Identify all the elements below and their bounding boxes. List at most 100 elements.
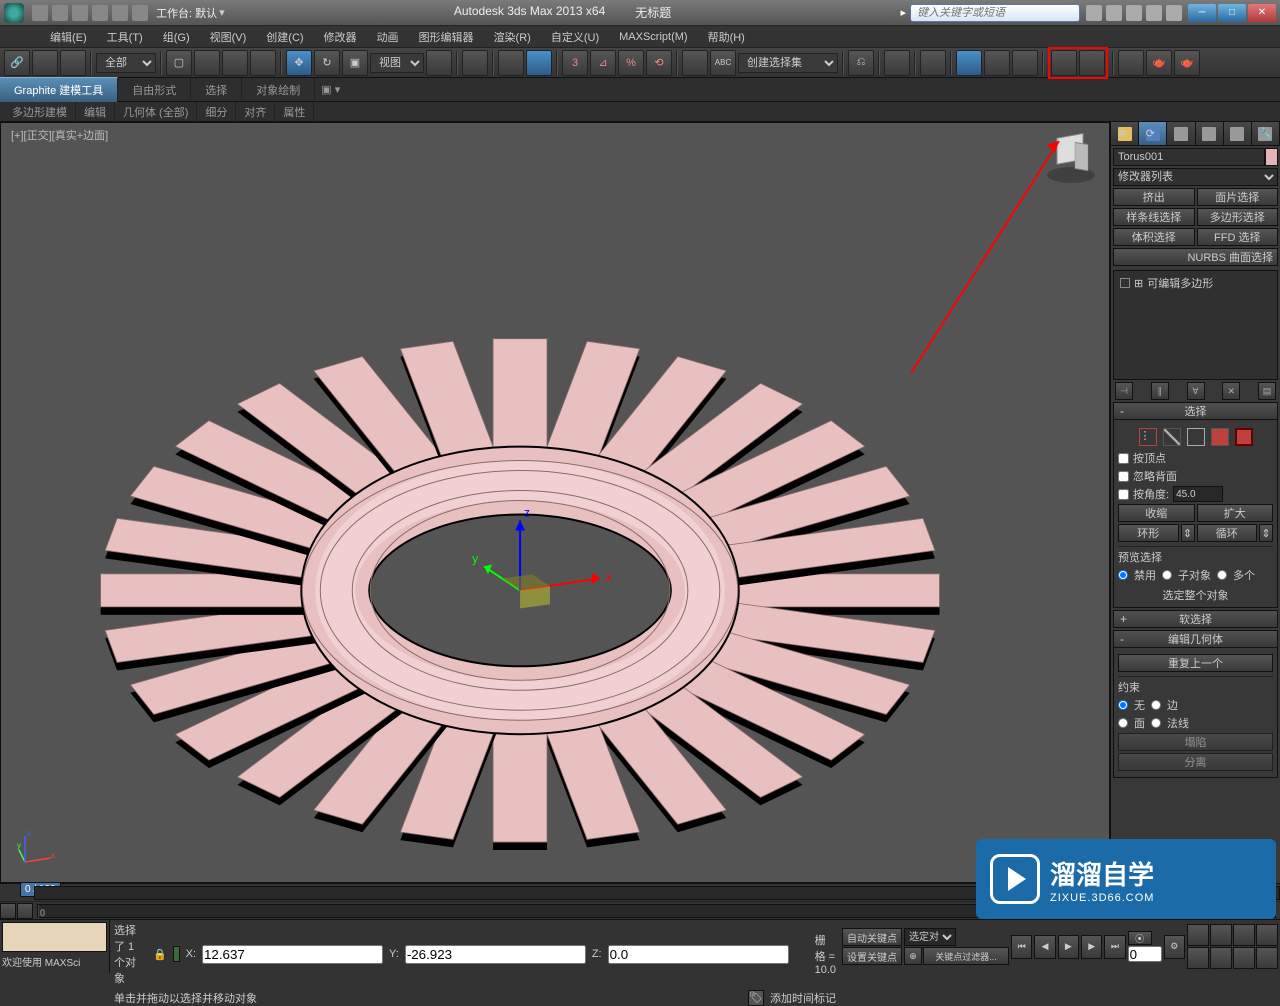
select-region-button[interactable] xyxy=(222,50,248,76)
rollout-softsel-header[interactable]: +软选择 xyxy=(1113,610,1278,628)
panel-geometry[interactable]: 几何体 (全部) xyxy=(115,102,197,122)
subscription-icon[interactable] xyxy=(1106,5,1122,21)
modbtn-polysel[interactable]: 多边形选择 xyxy=(1197,208,1279,226)
key-button[interactable]: ⊕ xyxy=(904,947,922,965)
material-editor-button[interactable] xyxy=(1051,50,1077,76)
viewport-label[interactable]: [+][正交][真实+边面] xyxy=(11,127,108,143)
loop-spin[interactable]: ⇕ xyxy=(1259,524,1273,542)
menu-create[interactable]: 创建(C) xyxy=(256,27,313,47)
time-tag-button[interactable]: 🏷 xyxy=(748,990,764,1006)
goto-start-button[interactable]: ⏮ xyxy=(1011,935,1032,959)
zoom-ext-button[interactable] xyxy=(1187,947,1209,969)
next-frame-button[interactable]: ▶ xyxy=(1081,935,1102,959)
render-last-button[interactable]: 🫖 xyxy=(1174,50,1200,76)
trackbar-btn2[interactable] xyxy=(17,903,33,919)
current-frame-field[interactable] xyxy=(1128,946,1162,962)
keyboard-shortcut-button[interactable] xyxy=(498,50,524,76)
prev-frame-button[interactable]: ◀ xyxy=(1034,935,1055,959)
rollout-selection-header[interactable]: -选择 xyxy=(1113,402,1278,420)
constrain-edge-radio[interactable] xyxy=(1151,700,1161,710)
window-crossing-button[interactable] xyxy=(250,50,276,76)
mini-listener[interactable] xyxy=(2,922,107,952)
trackbar-btn1[interactable] xyxy=(0,903,16,919)
zoom-all-button[interactable] xyxy=(1256,924,1278,946)
coord-z-field[interactable] xyxy=(608,945,789,964)
collapse-button[interactable]: 塌陷 xyxy=(1118,733,1273,751)
show-result-button[interactable]: ∥ xyxy=(1151,382,1169,400)
menu-views[interactable]: 视图(V) xyxy=(200,27,257,47)
remove-mod-button[interactable]: ✕ xyxy=(1222,382,1240,400)
object-color-swatch[interactable] xyxy=(1265,148,1278,166)
menu-modifiers[interactable]: 修改器 xyxy=(314,27,367,47)
maximize-button[interactable]: □ xyxy=(1218,4,1246,22)
percent-snap-button[interactable]: % xyxy=(618,50,644,76)
menu-rendering[interactable]: 渲染(R) xyxy=(484,27,541,47)
ribbon-expand-button[interactable]: ▣ ▾ xyxy=(315,79,346,100)
open-icon[interactable] xyxy=(52,5,68,21)
time-config-button[interactable]: ⚙ xyxy=(1164,935,1185,959)
redo-icon[interactable] xyxy=(112,5,128,21)
tab-utilities[interactable]: 🔧 xyxy=(1252,122,1280,145)
constrain-normal-radio[interactable] xyxy=(1151,718,1161,728)
viewcube[interactable] xyxy=(1041,127,1101,187)
tab-freeform[interactable]: 自由形式 xyxy=(118,78,191,102)
edge-mode-button[interactable] xyxy=(1163,428,1181,446)
loop-button[interactable]: 循环 xyxy=(1197,524,1258,542)
tab-graphite[interactable]: Graphite 建模工具 xyxy=(0,77,118,102)
menu-edit[interactable]: 编辑(E) xyxy=(40,27,97,47)
zoom-button[interactable] xyxy=(1210,924,1232,946)
detach-button[interactable]: 分离 xyxy=(1118,753,1273,771)
align-button[interactable] xyxy=(884,50,910,76)
coord-x-field[interactable] xyxy=(202,945,383,964)
menu-group[interactable]: 组(G) xyxy=(153,27,200,47)
vertex-mode-button[interactable]: ⋮ xyxy=(1139,428,1157,446)
grow-button[interactable]: 扩大 xyxy=(1197,504,1274,522)
mirror-button[interactable]: ⎌ xyxy=(848,50,874,76)
modbtn-extrude[interactable]: 挤出 xyxy=(1113,188,1195,206)
ring-button[interactable]: 环形 xyxy=(1118,524,1179,542)
rotate-button[interactable]: ↻ xyxy=(314,50,340,76)
spinner-snap-button[interactable]: ⟲ xyxy=(646,50,672,76)
configure-button[interactable]: ▤ xyxy=(1258,382,1276,400)
new-icon[interactable] xyxy=(32,5,48,21)
dope-sheet-button[interactable] xyxy=(984,50,1010,76)
render-button[interactable]: 🫖 xyxy=(1146,50,1172,76)
tab-create[interactable]: ✲ xyxy=(1111,122,1139,145)
render-frame-button[interactable] xyxy=(1118,50,1144,76)
modbtn-nurbs[interactable]: NURBS 曲面选择 xyxy=(1113,248,1278,266)
play-button[interactable]: ▶ xyxy=(1058,935,1079,959)
menu-tools[interactable]: 工具(T) xyxy=(97,27,153,47)
named-selection-dropdown[interactable]: 创建选择集 xyxy=(738,53,838,73)
favorites-icon[interactable] xyxy=(1146,5,1162,21)
fov-button[interactable] xyxy=(1233,924,1255,946)
constrain-none-radio[interactable] xyxy=(1118,700,1128,710)
undo-icon[interactable] xyxy=(92,5,108,21)
poly-mode-button[interactable] xyxy=(1211,428,1229,446)
tab-modify[interactable]: ⟳ xyxy=(1139,122,1167,145)
exchange-icon[interactable] xyxy=(1126,5,1142,21)
abs-rel-button[interactable] xyxy=(173,946,180,962)
angle-spinner[interactable] xyxy=(1173,486,1223,502)
selection-lock-button[interactable]: 🔒 xyxy=(153,948,167,961)
panel-polymodel[interactable]: 多边形建模 xyxy=(4,102,76,122)
panel-align[interactable]: 对齐 xyxy=(236,102,275,122)
snap2-button[interactable]: 3 xyxy=(562,50,588,76)
menu-maxscript[interactable]: MAXScript(M) xyxy=(609,29,697,45)
tab-paint[interactable]: 对象绘制 xyxy=(242,78,315,102)
keymode-dropdown[interactable]: 选定对 xyxy=(904,928,956,946)
save-icon[interactable] xyxy=(72,5,88,21)
angle-snap-button[interactable]: ⊿ xyxy=(590,50,616,76)
rollout-editgeo-header[interactable]: -编辑几何体 xyxy=(1113,630,1278,648)
constrain-face-radio[interactable] xyxy=(1118,718,1128,728)
modbtn-volsel[interactable]: 体积选择 xyxy=(1113,228,1195,246)
menu-animation[interactable]: 动画 xyxy=(367,27,409,47)
manipulate-button[interactable] xyxy=(462,50,488,76)
workspace-label[interactable]: 工作台: 默认 xyxy=(156,5,217,21)
select-button[interactable]: ▢ xyxy=(166,50,192,76)
close-button[interactable]: ✕ xyxy=(1248,4,1276,22)
repeat-last-button[interactable]: 重复上一个 xyxy=(1118,654,1273,672)
by-vertex-checkbox[interactable] xyxy=(1118,453,1129,464)
modbtn-splinesel[interactable]: 样条线选择 xyxy=(1113,208,1195,226)
bind-button[interactable] xyxy=(60,50,86,76)
pan-button[interactable] xyxy=(1187,924,1209,946)
